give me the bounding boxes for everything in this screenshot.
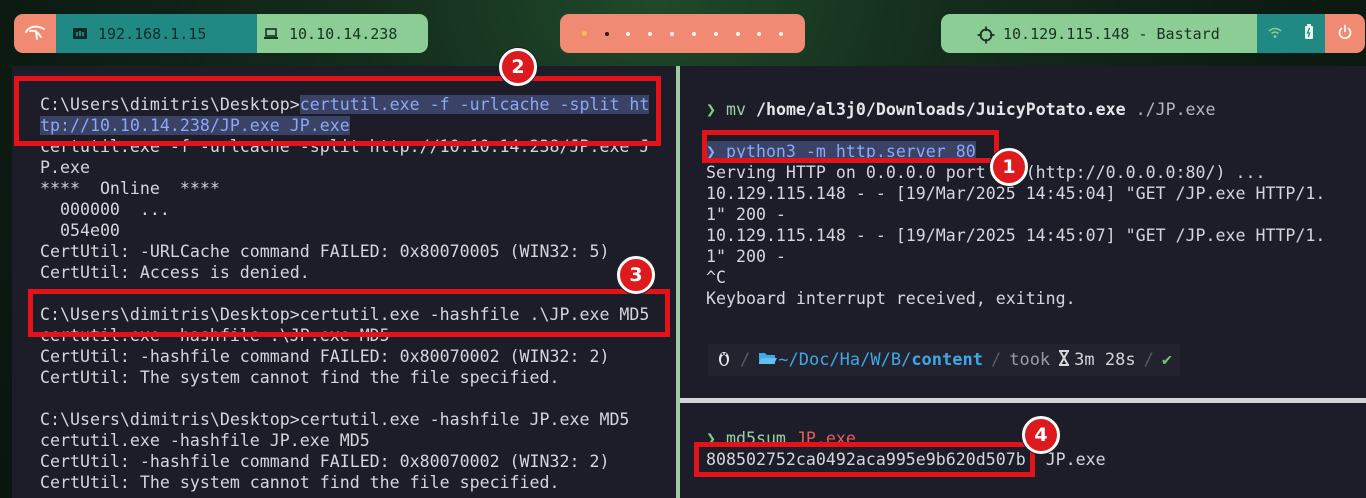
took-label: took [1009, 350, 1051, 370]
local-ip-label: 192.168.1.15 [98, 24, 207, 43]
terminal-line: CertUtil: -hashfile command FAILED: 0x80… [40, 452, 610, 471]
terminal-line: 054e00 [40, 221, 120, 240]
terminal-line: certutil.exe -hashfile JP.exe MD5 [40, 431, 370, 450]
crosshair-icon [977, 26, 995, 43]
folder-open-icon [758, 350, 778, 371]
cwd-prefix: ~/Doc/Ha/W/B/ [778, 350, 912, 370]
server-log-line: Keyboard interrupt received, exiting. [706, 289, 1076, 308]
workspace-dot-1[interactable] [581, 31, 587, 36]
hourglass-icon [1058, 349, 1070, 371]
annotation-badge-1: 1 [990, 148, 1028, 186]
vpn-ip-widget[interactable]: 10.10.14.238 [257, 14, 428, 53]
mv-command: mv [725, 100, 746, 119]
terminal-line: CertUtil: -hashfile command FAILED: 0x80… [40, 347, 610, 366]
workspace-dot-4[interactable] [648, 31, 653, 36]
workspace-dot-3[interactable] [626, 31, 631, 36]
md5-filename: JP.exe [1045, 450, 1106, 469]
annotation-box-2 [14, 76, 661, 146]
annotation-badge-3: 3 [617, 256, 655, 294]
server-log-line: 1" 200 - [706, 205, 786, 224]
terminal-line: **** Online **** [40, 179, 220, 198]
target-label: 10.129.115.148 - Bastard [1003, 24, 1220, 43]
kali-menu-button[interactable] [14, 14, 56, 53]
annotation-badge-2: 2 [499, 48, 537, 86]
workspace-dot-6[interactable] [691, 31, 696, 36]
success-check: ✔ [1161, 350, 1173, 370]
server-log-line: 10.129.115.148 - - [19/Mar/2025 14:45:07… [706, 226, 1326, 245]
power-icon [1337, 24, 1353, 44]
laptop-icon [263, 26, 279, 42]
system-tray[interactable] [1257, 14, 1325, 53]
vpn-ip-label: 10.10.14.238 [289, 24, 398, 43]
mv-command-line: ❯ mv /home/al3j0/Downloads/JuicyPotato.e… [706, 99, 1216, 120]
terminal-line: CertUtil: The system cannot find the fil… [40, 473, 560, 492]
terminal-line: CertUtil: -URLCache command FAILED: 0x80… [40, 242, 610, 261]
power-button[interactable] [1325, 14, 1365, 53]
wifi-icon[interactable] [1268, 25, 1282, 43]
ethernet-icon [72, 26, 88, 42]
right-top-terminal-pane[interactable]: ❯ mv /home/al3j0/Downloads/JuicyPotato.e… [680, 66, 1366, 398]
workspace-switcher[interactable] [560, 14, 805, 53]
target-widget[interactable]: 10.129.115.148 - Bastard [941, 14, 1257, 53]
terminal-line: 000000 ... [40, 200, 170, 219]
annotation-box-3 [28, 289, 670, 337]
terminal-line: CertUtil: Access is denied. [40, 263, 310, 282]
server-log-line: Serving HTTP on 0.0.0.0 port 80 (http://… [706, 163, 1266, 182]
duration: 3m 28s [1074, 350, 1136, 370]
kali-dragon-icon [24, 23, 46, 45]
server-log-line: 1" 200 - [706, 247, 786, 266]
workspace-dot-2[interactable] [604, 31, 609, 36]
terminal-line: C:\Users\dimitris\Desktop>certutil.exe -… [40, 410, 630, 429]
cwd-current: content [911, 350, 983, 370]
terminal-line: P.exe [40, 158, 90, 177]
linux-penguin-icon [716, 349, 732, 372]
annotation-box-4 [694, 442, 1035, 477]
annotation-badge-4: 4 [1022, 416, 1060, 454]
server-log-line: 10.129.115.148 - - [19/Mar/2025 14:45:04… [706, 184, 1326, 203]
workspace-dot-9[interactable] [757, 31, 762, 36]
terminal-line: CertUtil: The system cannot find the fil… [40, 368, 560, 387]
prompt-chevron: ❯ [706, 100, 726, 119]
shell-statusline: / ~/Doc/Ha/W/B/content / took 3m 28s / ✔ [708, 344, 1181, 376]
local-ip-widget[interactable]: 192.168.1.15 [56, 14, 257, 53]
mv-destination: ./JP.exe [1135, 100, 1216, 119]
workspace-dot-8[interactable] [735, 31, 740, 36]
annotation-box-1 [702, 130, 999, 163]
workspace-dot-5[interactable] [670, 31, 675, 36]
mv-source: /home/al3j0/Downloads/JuicyPotato.exe [755, 100, 1126, 119]
workspace-dot-10[interactable] [779, 31, 784, 36]
battery-icon[interactable] [1304, 23, 1314, 44]
workspace-dot-7[interactable] [713, 31, 718, 36]
server-log-line: ^C [706, 268, 726, 287]
